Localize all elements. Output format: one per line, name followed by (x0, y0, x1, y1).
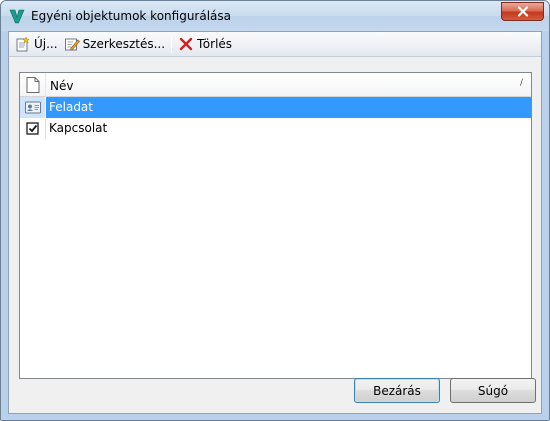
document-icon (26, 77, 40, 93)
edit-icon (64, 38, 80, 51)
edit-button[interactable]: Szerkesztés... (61, 34, 168, 55)
selection-highlight (46, 97, 531, 118)
new-button-label: Új... (34, 37, 58, 51)
list-item-label: Kapcsolat (49, 121, 108, 135)
close-icon (517, 6, 528, 17)
new-button[interactable]: Új... (12, 34, 61, 55)
toolbar: Új... Szerkesztés... Törlés (9, 32, 541, 57)
list-item-label: Feladat (49, 100, 93, 114)
row-divider (45, 118, 46, 139)
checkbox-icon (26, 122, 39, 135)
object-list[interactable]: Név / Feladat Kapcsolat (19, 72, 532, 379)
dialog-client-area: Új... Szerkesztés... Törlés Név / Felada… (8, 31, 542, 414)
delete-button[interactable]: Törlés (175, 34, 235, 55)
column-header-name[interactable]: Név (50, 79, 73, 93)
delete-icon (179, 37, 193, 51)
header-divider (45, 73, 46, 97)
list-header: Név / (20, 73, 531, 97)
sort-indicator: / (519, 78, 523, 88)
list-item-kapcsolat[interactable]: Kapcsolat (20, 118, 531, 139)
new-document-icon (16, 36, 30, 52)
title-bar[interactable]: Egyéni objektumok konfigurálása (1, 1, 549, 31)
close-button[interactable]: Bezárás (354, 378, 440, 403)
edit-button-label: Szerkesztés... (82, 37, 166, 51)
window-title: Egyéni objektumok konfigurálása (31, 9, 231, 23)
toolbar-separator (171, 35, 173, 53)
close-window-button[interactable] (501, 2, 544, 21)
contact-card-icon (25, 101, 41, 114)
help-button[interactable]: Súgó (450, 378, 536, 403)
list-item-feladat[interactable]: Feladat (20, 97, 531, 118)
dialog-window: Egyéni objektumok konfigurálása Új... Sz… (0, 0, 550, 421)
app-logo-icon (9, 9, 25, 24)
delete-button-label: Törlés (197, 37, 233, 51)
